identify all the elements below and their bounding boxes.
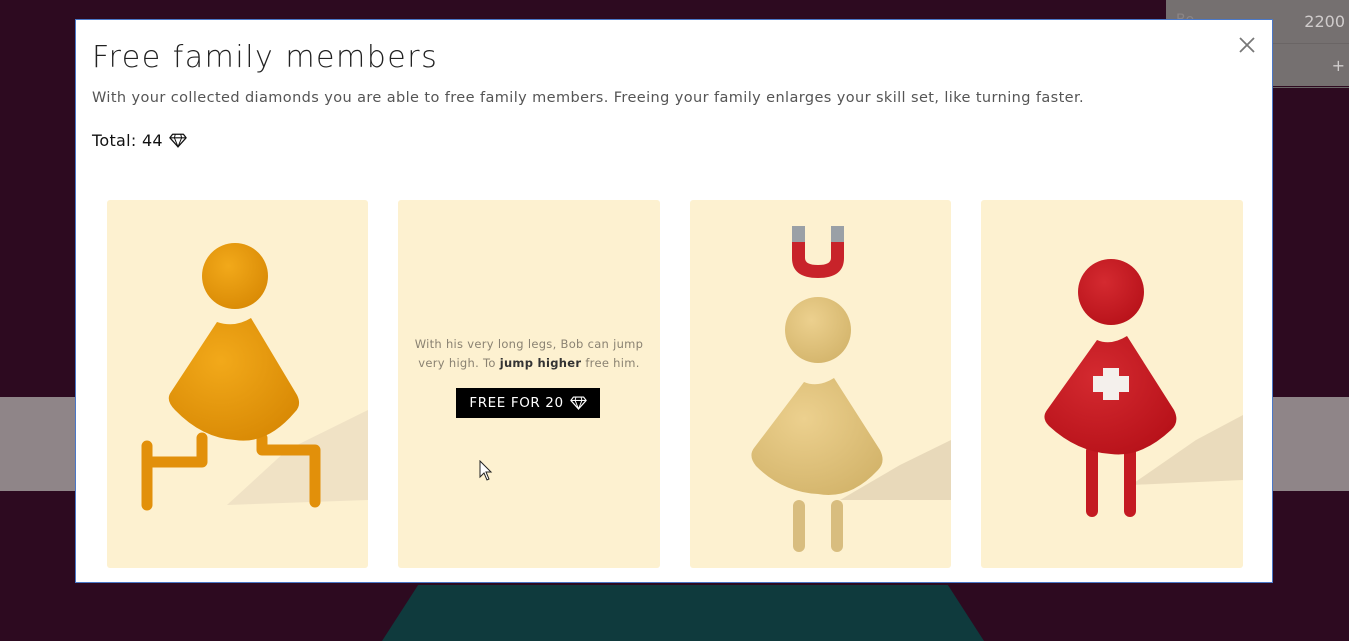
close-button[interactable] [1236, 34, 1258, 56]
score-value: + [1331, 56, 1345, 75]
magnet-figure-illustration [751, 226, 951, 552]
free-bob-button[interactable]: FREE FOR 20 [456, 388, 600, 418]
medic-figure-illustration [1044, 259, 1243, 517]
orange-figure-illustration [141, 243, 368, 511]
diamond-total: Total: 44 [92, 131, 187, 150]
score-value: 2200 [1304, 12, 1345, 31]
family-card-medic[interactable] [981, 200, 1243, 568]
diamond-icon [169, 133, 187, 148]
bob-text-after: free him. [581, 356, 640, 370]
mouse-cursor-icon [479, 460, 493, 481]
family-card-bob[interactable]: With his very long legs, Bob can jump ve… [398, 200, 660, 568]
free-button-label: FREE FOR 20 [469, 395, 564, 411]
total-label: Total: 44 [92, 131, 163, 150]
bob-text-bold: jump higher [499, 356, 582, 370]
family-card-magnet[interactable] [690, 200, 951, 568]
bob-description: With his very long legs, Bob can jump ve… [398, 335, 660, 373]
close-icon [1239, 37, 1255, 53]
background-floor [382, 585, 984, 641]
family-card-orange[interactable] [107, 200, 368, 568]
modal-title: Free family members [92, 40, 439, 75]
modal-description: With your collected diamonds you are abl… [92, 90, 1085, 106]
family-modal: Free family members With your collected … [75, 19, 1273, 583]
diamond-icon [569, 396, 587, 410]
